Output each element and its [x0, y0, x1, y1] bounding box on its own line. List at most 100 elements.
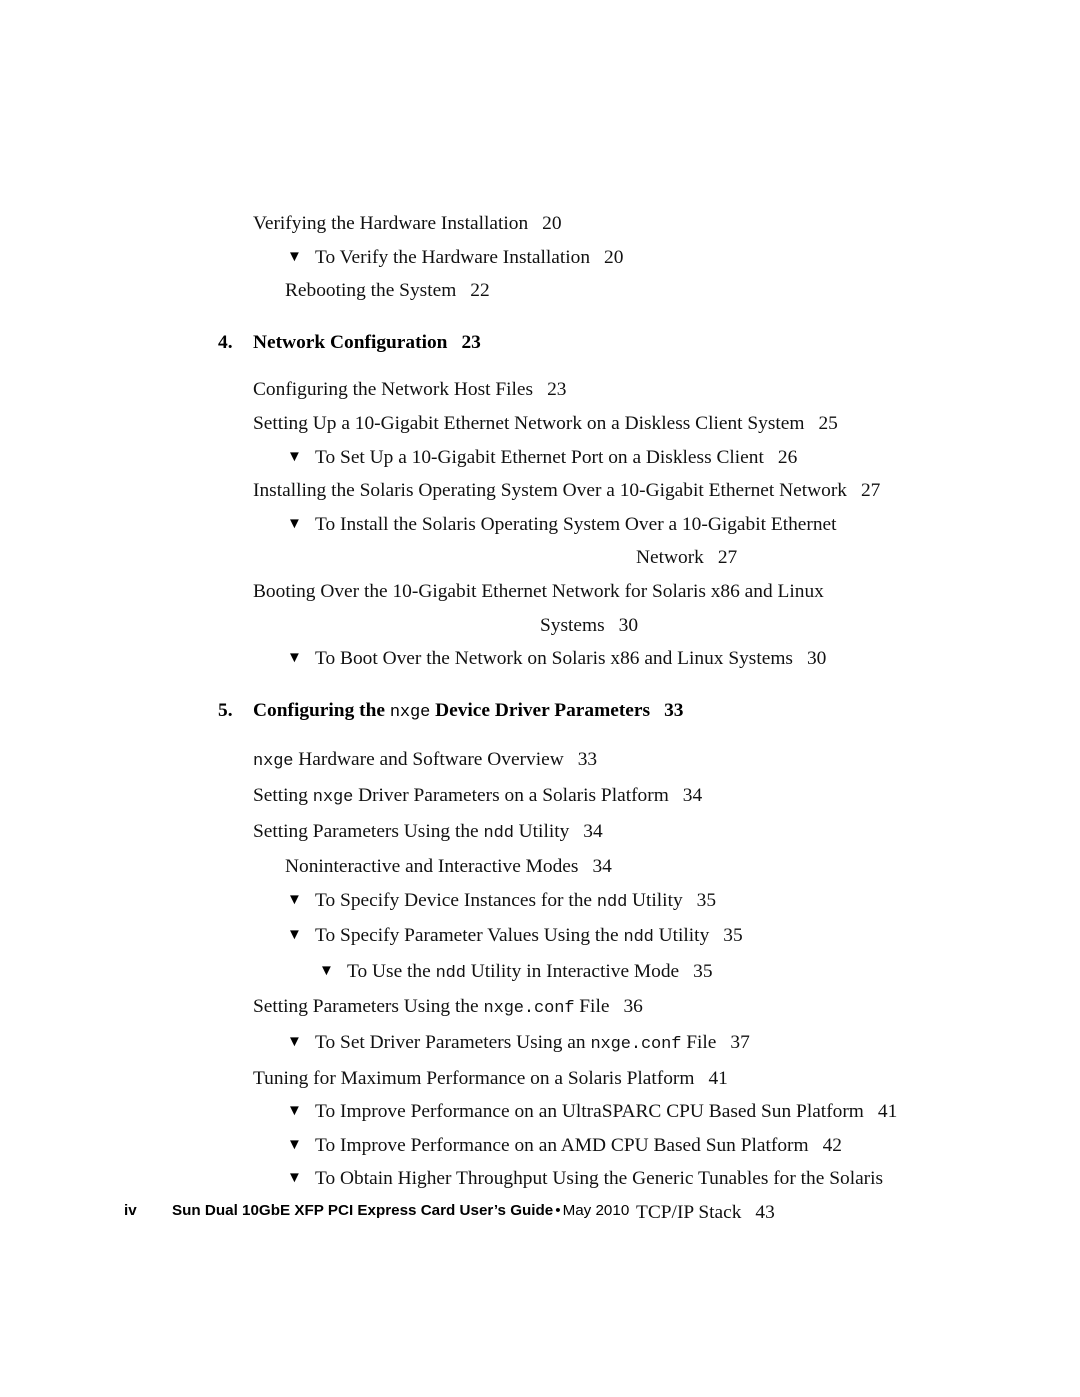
entry-line: Setting Parameters Using the ndd Utility… — [253, 820, 603, 843]
toc-section-entry[interactable]: Booting Over the 10-Gigabit Ethernet Net… — [0, 575, 1080, 642]
toc-section-entry[interactable]: Setting nxge Driver Parameters on a Sola… — [0, 779, 1080, 815]
entry-line: ▼ To Improve Performance on an UltraSPARC… — [287, 1101, 897, 1122]
toc-section-entry[interactable]: Configuring the Network Host Files 23 — [0, 373, 1080, 407]
toc-procedure-entry[interactable]: ▼ To Verify the Hardware Installation 20 — [0, 241, 1080, 275]
toc-procedure-entry[interactable]: ▼ To Install the Solaris Operating System… — [0, 508, 1080, 575]
toc-section-entry[interactable]: Setting Up a 10-Gigabit Ethernet Network… — [0, 407, 1080, 441]
toc-procedure-entry[interactable]: ▼ To Boot Over the Network on Solaris x86… — [0, 642, 1080, 676]
toc-subsection-entry[interactable]: Noninteractive and Interactive Modes 34 — [0, 850, 1080, 884]
toc-procedure-entry[interactable]: ▼ To Specify Parameter Values Using the n… — [0, 919, 1080, 955]
entry-label: To Install the Solaris Operating System … — [315, 513, 837, 535]
toc-section-entry[interactable]: Tuning for Maximum Performance on a Sola… — [0, 1062, 1080, 1096]
entry-page-number: 22 — [470, 280, 490, 302]
chapter-title: Configuring the nxge Device Driver Param… — [253, 699, 651, 722]
entry-line: ▼ To Verify the Hardware Installation 20 — [287, 247, 623, 268]
entry-line: ▼ To Set Driver Parameters Using an nxge.… — [287, 1032, 750, 1055]
entry-label: To Verify the Hardware Installation — [315, 246, 591, 268]
footer-separator-bullet: • — [555, 1202, 561, 1219]
entry-label: Setting Parameters Using the ndd Utility — [253, 820, 570, 843]
entry-page-number: 35 — [693, 960, 713, 982]
entry-line: ▼ To Specify Device Instances for the ndd… — [287, 889, 716, 912]
entry-line: Noninteractive and Interactive Modes 34 — [285, 856, 612, 877]
entry-label: Booting Over the 10-Gigabit Ethernet Net… — [253, 580, 824, 602]
procedure-bullet-icon: ▼ — [287, 1170, 302, 1187]
entry-page-number: 27 — [717, 547, 738, 569]
entry-label: Tuning for Maximum Performance on a Sola… — [253, 1067, 695, 1089]
toc-procedure-entry[interactable]: ▼ To Set Driver Parameters Using an nxge.… — [0, 1026, 1080, 1062]
entry-label: Configuring the Network Host Files — [253, 379, 534, 401]
entry-line: Setting nxge Driver Parameters on a Sola… — [253, 784, 702, 807]
toc-chapter-entry[interactable]: 4. Network Configuration 23 — [0, 326, 1080, 360]
entry-label: Setting Parameters Using the nxge.conf F… — [253, 996, 610, 1019]
procedure-bullet-icon: ▼ — [287, 927, 302, 944]
entry-label: To Improve Performance on an AMD CPU Bas… — [315, 1134, 809, 1156]
entry-page-number: 34 — [583, 820, 603, 842]
entry-line: Installing the Solaris Operating System … — [253, 480, 880, 501]
entry-label: Noninteractive and Interactive Modes — [285, 856, 579, 878]
entry-label: Installing the Solaris Operating System … — [253, 480, 847, 502]
entry-page-number: 35 — [696, 889, 717, 911]
entry-page-number: 37 — [730, 1032, 750, 1054]
toc-section-entry[interactable]: Setting Parameters Using the nxge.conf F… — [0, 990, 1080, 1026]
entry-code: ndd — [596, 892, 628, 912]
toc-procedure-entry[interactable]: ▼ To Specify Device Instances for the ndd… — [0, 884, 1080, 920]
entry-code: ndd — [435, 963, 466, 983]
entry-label: To Set Up a 10-Gigabit Ethernet Port on … — [315, 446, 764, 468]
page-number: iv — [124, 1202, 137, 1219]
entry-page-number: 25 — [818, 412, 838, 434]
entry-page-number: 43 — [755, 1202, 775, 1224]
entry-line: ▼ To Obtain Higher Throughput Using the G… — [287, 1168, 883, 1189]
toc-procedure-entry[interactable]: ▼ To Improve Performance on an AMD CPU Ba… — [0, 1129, 1080, 1163]
toc-procedure-entry[interactable]: ▼ To Set Up a 10-Gigabit Ethernet Port on… — [0, 441, 1080, 475]
entry-line: ▼ To Specify Parameter Values Using the n… — [287, 925, 743, 948]
chapter-number: 4. — [218, 331, 233, 353]
entry-label: Verifying the Hardware Installation — [253, 213, 529, 234]
entry-page-number: 30 — [618, 614, 639, 636]
entry-line: Verifying the Hardware Installation 20 — [253, 213, 562, 234]
toc-procedure-entry[interactable]: ▼ To Use the ndd Utility in Interactive M… — [0, 955, 1080, 991]
toc-section-entry[interactable]: nxge Hardware and Software Overview 33 — [0, 743, 1080, 779]
toc-chapter-entry[interactable]: 5. Configuring the nxge Device Driver Par… — [0, 694, 1080, 730]
entry-page-number: 20 — [542, 213, 562, 234]
chapter-page-number: 33 — [664, 699, 684, 721]
toc-procedure-entry[interactable]: ▼ To Improve Performance on an UltraSPARC… — [0, 1095, 1080, 1129]
entry-code: ndd — [623, 928, 654, 948]
entry-page-number: 41 — [877, 1101, 898, 1123]
entry-line: ▼ To Set Up a 10-Gigabit Ethernet Port on… — [287, 447, 797, 468]
toc-section-entry[interactable]: Setting Parameters Using the ndd Utility… — [0, 815, 1080, 851]
entry-label: Setting Up a 10-Gigabit Ethernet Network… — [253, 412, 805, 434]
entry-page-number: 36 — [623, 996, 643, 1018]
procedure-bullet-icon: ▼ — [287, 515, 302, 532]
toc-subsection-entry[interactable]: Rebooting the System 22 — [0, 274, 1080, 308]
procedure-bullet-icon: ▼ — [287, 891, 302, 908]
entry-line: Configuring the Network Host Files 23 — [253, 379, 566, 400]
entry-line: Tuning for Maximum Performance on a Sola… — [253, 1068, 728, 1089]
procedure-bullet-icon: ▼ — [319, 962, 334, 979]
document-page: Verifying the Hardware Installation 20 ▼ To… — [0, 0, 1080, 1397]
entry-line: Booting Over the 10-Gigabit Ethernet Net… — [253, 581, 824, 602]
entry-code: nxge.conf — [590, 1035, 682, 1055]
entry-code: ndd — [483, 823, 514, 843]
entry-label: To Specify Parameter Values Using the nd… — [315, 925, 710, 948]
toc-procedure-entry[interactable]: ▼ To Obtain Higher Throughput Using the G… — [0, 1162, 1080, 1229]
procedure-bullet-icon: ▼ — [287, 1034, 302, 1051]
entry-label: Setting nxge Driver Parameters on a Sola… — [253, 784, 669, 807]
footer-document-title: Sun Dual 10GbE XFP PCI Express Card User… — [172, 1202, 554, 1219]
entry-continuation-line: Systems 30 — [253, 609, 1080, 643]
entry-page-number: 34 — [592, 856, 612, 878]
entry-label: Rebooting the System — [285, 280, 457, 302]
entry-label: nxge Hardware and Software Overview — [253, 749, 564, 772]
entry-label: To Improve Performance on an UltraSPARC … — [315, 1101, 864, 1123]
toc-section-entry[interactable]: Installing the Solaris Operating System … — [0, 474, 1080, 508]
entry-label: To Specify Device Instances for the ndd … — [315, 889, 683, 912]
entry-line: Rebooting the System 22 — [285, 280, 490, 301]
entry-page-number: 23 — [547, 379, 567, 401]
entry-line: Setting Parameters Using the nxge.conf F… — [253, 996, 643, 1019]
entry-page-number: 20 — [604, 246, 624, 268]
page-footer: iv Sun Dual 10GbE XFP PCI Express Card Us… — [124, 1202, 629, 1219]
entry-line: ▼ To Improve Performance on an AMD CPU Ba… — [287, 1135, 842, 1156]
toc-section-entry[interactable]: Verifying the Hardware Installation 20 — [0, 207, 1080, 241]
footer-date: May 2010 — [562, 1202, 630, 1219]
entry-page-number: 34 — [682, 784, 703, 806]
procedure-bullet-icon: ▼ — [287, 1103, 302, 1120]
